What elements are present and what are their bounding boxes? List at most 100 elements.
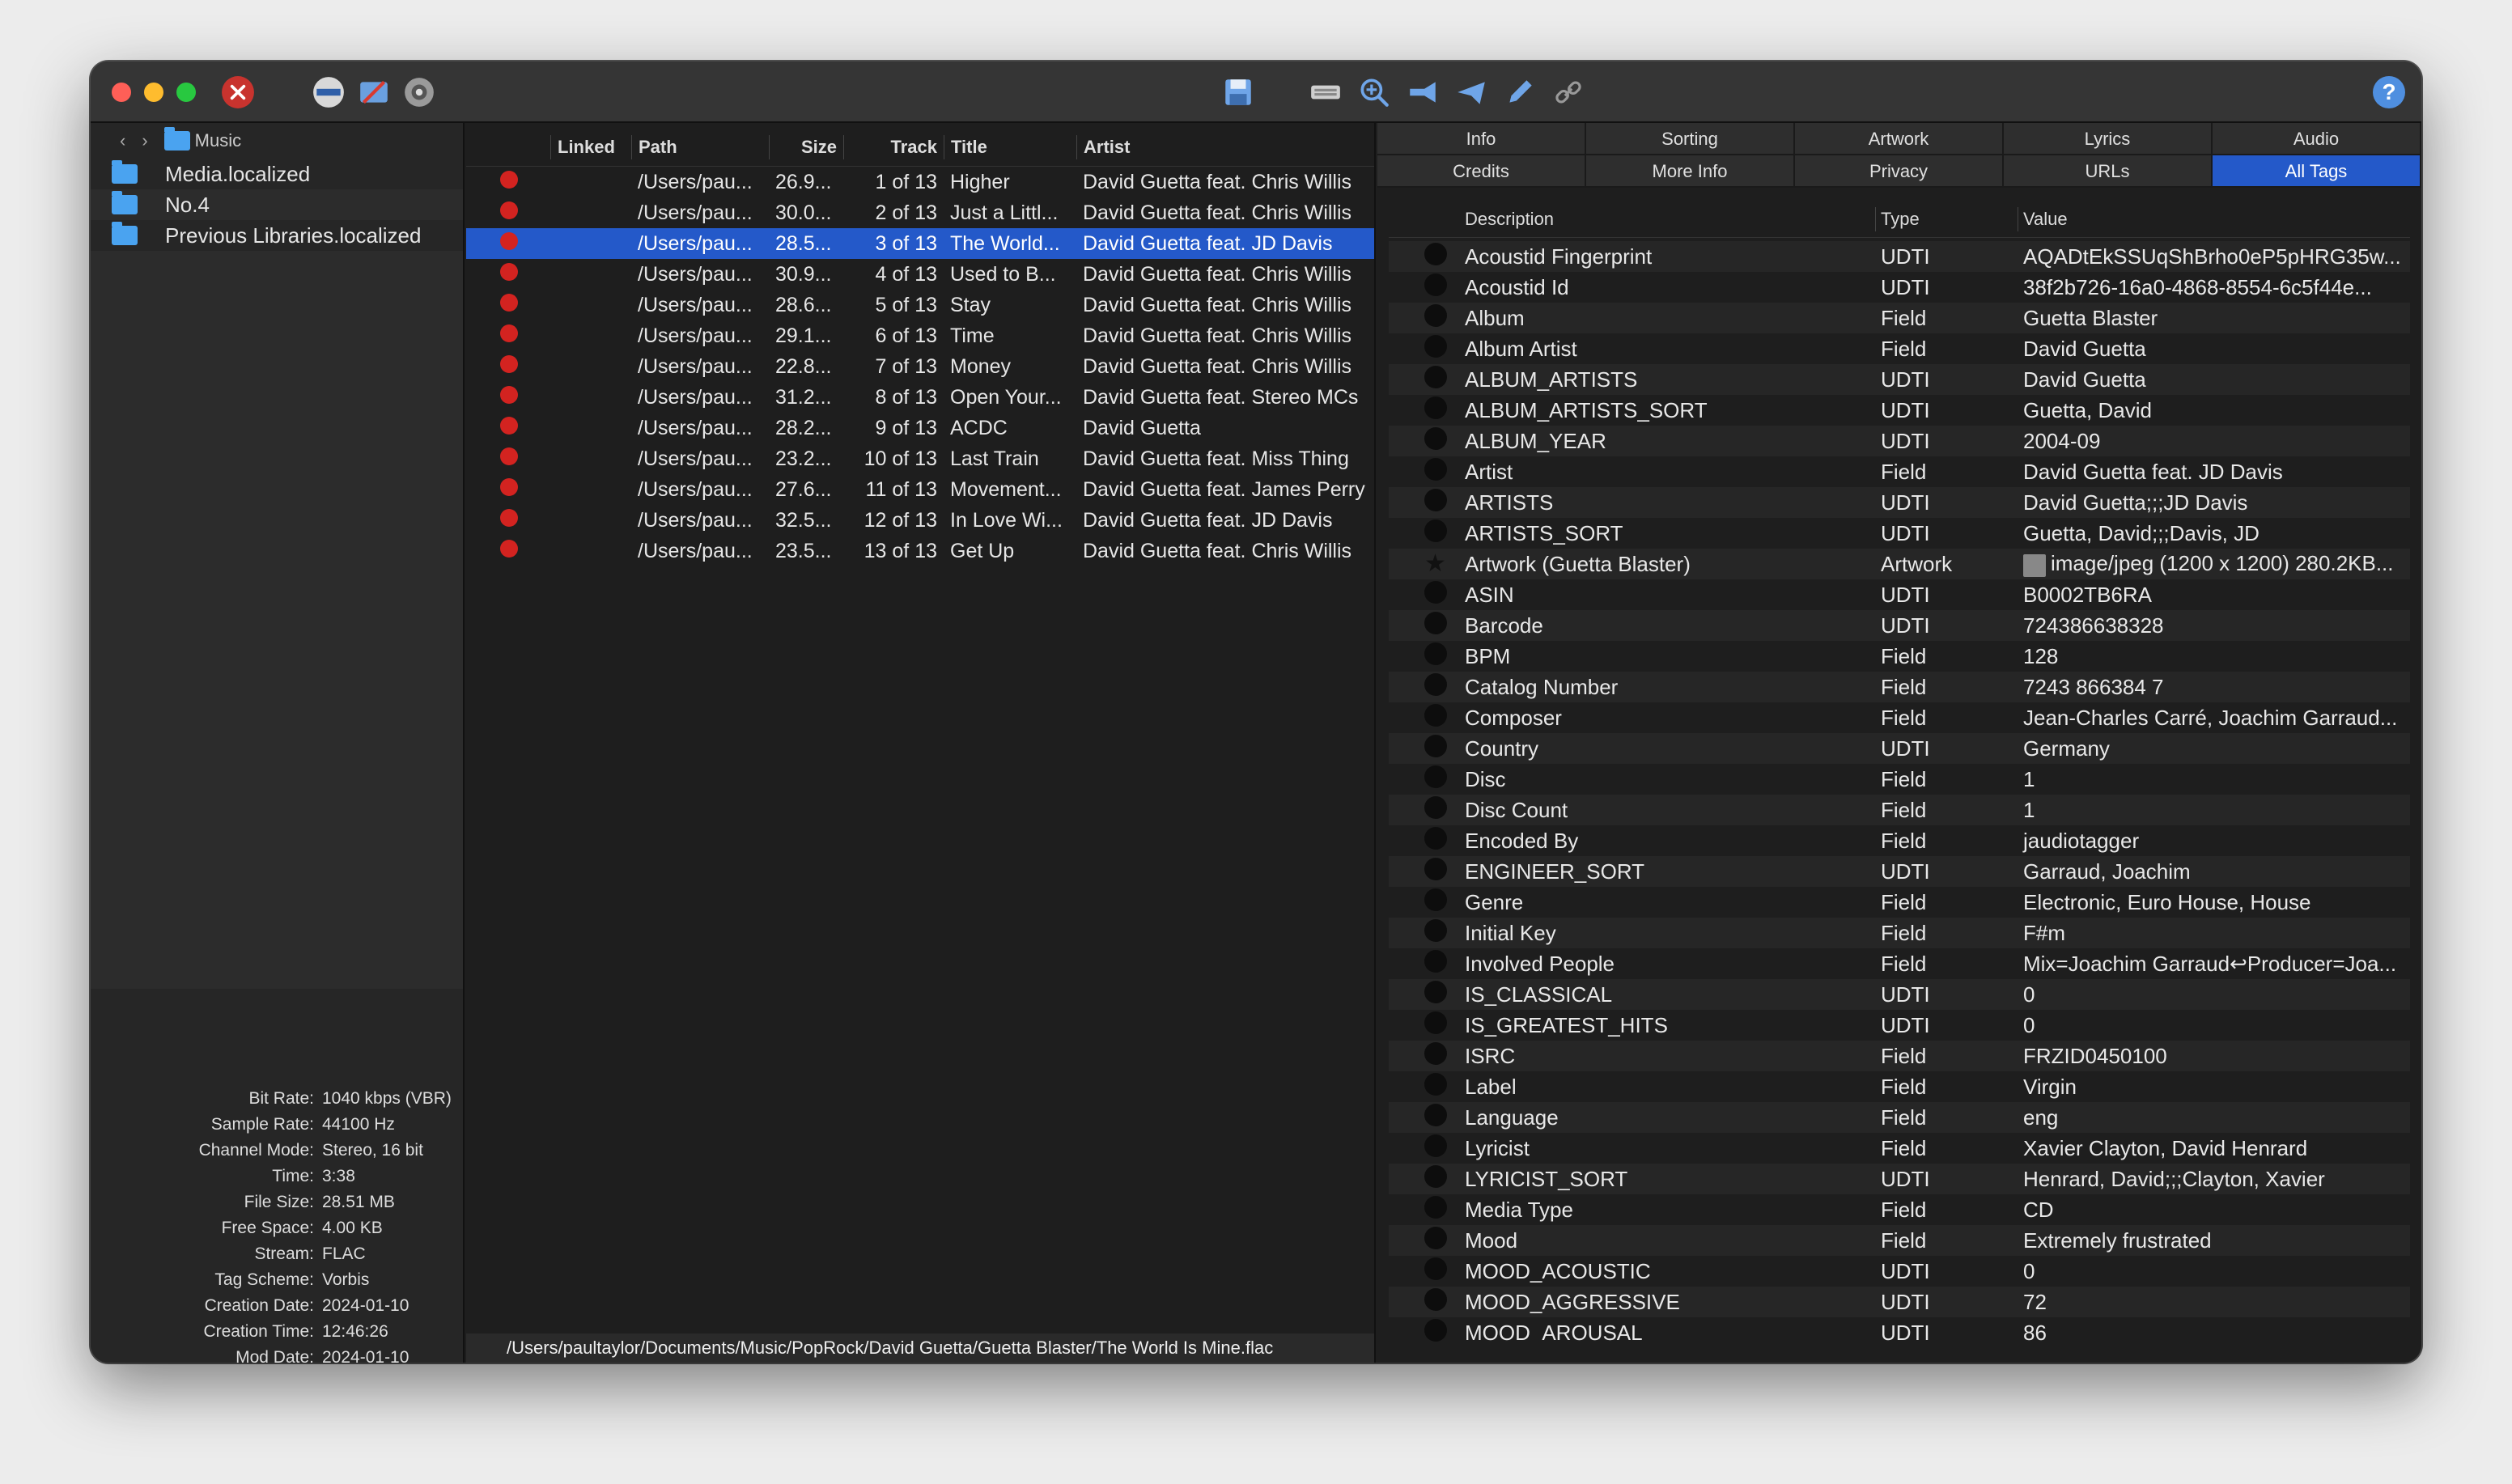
track-row[interactable]: /Users/pau... 28.5... 3 of 13 The World... D… [466,228,1374,259]
back-icon[interactable]: ‹ [120,130,125,151]
tag-description: ALBUM_ARTISTS [1465,367,1638,392]
breadcrumb[interactable]: Music [163,127,241,151]
edit-button[interactable] [1502,74,1538,110]
artist-cell: David Guetta feat. Chris Willis [1083,170,1352,193]
tag-row[interactable]: LYRICIST_SORT UDTI Henrard, David;;;Clayto… [1389,1164,2410,1194]
track-row[interactable]: /Users/pau... 27.6... 11 of 13 Movement... D… [466,474,1374,505]
tag-row[interactable]: IS_CLASSICAL UDTI 0 [1389,979,2410,1010]
tag-row[interactable]: Genre Field Electronic, Euro House, House [1389,887,2410,918]
tag-row[interactable]: MOOD_AGGRESSIVE UDTI 72 [1389,1287,2410,1317]
track-row[interactable]: /Users/pau... 31.2... 8 of 13 Open Your... D… [466,382,1374,413]
col-description[interactable]: Description [1453,206,1876,231]
folder-item[interactable]: No.4 [91,189,463,220]
tag-row[interactable]: Involved People Field Mix=Joachim Garraud↩… [1389,948,2410,979]
track-row[interactable]: /Users/pau... 28.6... 5 of 13 Stay David Gue… [466,290,1374,320]
minimize-window-button[interactable] [144,83,163,102]
keyboard-button[interactable] [1308,74,1343,110]
forward-icon[interactable]: › [142,130,147,151]
track-row[interactable]: /Users/pau... 22.8... 7 of 13 Money David Gu… [466,351,1374,382]
path-cell: /Users/pau... [638,447,753,470]
folder-item[interactable]: Media.localized [91,159,463,189]
folder-item[interactable]: Previous Libraries.localized [91,220,463,251]
track-row[interactable]: /Users/pau... 23.2... 10 of 13 Last Train Da… [466,443,1374,474]
tag-row[interactable]: Encoded By Field jaudiotagger [1389,825,2410,856]
col-title[interactable]: Title [944,135,1076,159]
send-button[interactable] [1453,74,1489,110]
tag-row[interactable]: IS_GREATEST_HITS UDTI 0 [1389,1010,2410,1041]
tab-privacy[interactable]: Privacy [1795,155,2004,188]
tag-row[interactable]: MOOD_AROUSAL UDTI 86 [1389,1317,2410,1342]
tab-all-tags[interactable]: All Tags [2213,155,2421,188]
track-row[interactable]: /Users/pau... 29.1... 6 of 13 Time David Gue… [466,320,1374,351]
col-path[interactable]: Path [631,135,769,159]
track-row[interactable]: /Users/pau... 32.5... 12 of 13 In Love Wi..… [466,505,1374,536]
tag-row[interactable]: Acoustid Fingerprint UDTI AQADtEkSSUqShBrh… [1389,241,2410,272]
tag-row[interactable]: Disc Count Field 1 [1389,795,2410,825]
tag-row[interactable]: Mood Field Extremely frustrated [1389,1225,2410,1256]
track-row[interactable]: /Users/pau... 30.0... 2 of 13 Just a Littl.… [466,197,1374,228]
tag-row[interactable]: ALBUM_ARTISTS_SORT UDTI Guetta, David [1389,395,2410,426]
tag-row[interactable]: Media Type Field CD [1389,1194,2410,1225]
track-row[interactable]: /Users/pau... 28.2... 9 of 13 ACDC David Gue… [466,413,1374,443]
tag-row[interactable]: Album Field Guetta Blaster [1389,303,2410,333]
tab-info[interactable]: Info [1377,123,1586,155]
col-artist[interactable]: Artist [1076,135,1368,159]
track-row[interactable]: /Users/pau... 23.5... 13 of 13 Get Up David … [466,536,1374,566]
help-button[interactable]: ? [2373,76,2405,108]
col-status[interactable] [466,135,550,159]
tag-row[interactable]: ALBUM_YEAR UDTI 2004-09 [1389,426,2410,456]
tag-row[interactable]: ASIN UDTI B0002TB6RA [1389,579,2410,610]
remove-tags-button[interactable] [220,74,256,110]
tab-more-info[interactable]: More Info [1586,155,1795,188]
tab-credits[interactable]: Credits [1377,155,1586,188]
info-value: 3:38 [322,1167,355,1185]
info-value: 2024-01-10 [322,1348,409,1363]
tab-artwork[interactable]: Artwork [1795,123,2004,155]
tab-urls[interactable]: URLs [2004,155,2213,188]
tag-type: Field [1881,766,1927,791]
track-row[interactable]: /Users/pau... 26.9... 1 of 13 Higher David G… [466,167,1374,197]
tag-row[interactable]: Language Field eng [1389,1102,2410,1133]
tag-row[interactable]: Composer Field Jean-Charles Carré, Joachim… [1389,702,2410,733]
tab-sorting[interactable]: Sorting [1586,123,1795,155]
clear-button[interactable] [311,74,346,110]
tag-value-text: FRZID0450100 [2023,1043,2167,1068]
save-button[interactable] [1220,74,1256,110]
tag-row[interactable]: Barcode UDTI 724386638328 [1389,610,2410,641]
tag-row[interactable]: Acoustid Id UDTI 38f2b726-16a0-4868-8554-6… [1389,272,2410,303]
tag-type: Artwork [1881,551,1953,576]
tab-lyrics[interactable]: Lyrics [2004,123,2213,155]
col-value[interactable]: Value [2018,207,2410,231]
tag-row[interactable]: Catalog Number Field 7243 866384 7 [1389,672,2410,702]
close-window-button[interactable] [112,83,131,102]
tag-row[interactable]: MOOD_ACOUSTIC UDTI 0 [1389,1256,2410,1287]
tag-row[interactable]: Album Artist Field David Guetta [1389,333,2410,364]
tag-row[interactable]: BPM Field 128 [1389,641,2410,672]
tag-row[interactable]: Initial Key Field F#m [1389,918,2410,948]
col-type[interactable]: Type [1876,206,2018,231]
tag-row[interactable]: ALBUM_ARTISTS UDTI David Guetta [1389,364,2410,395]
tag-row[interactable]: Artist Field David Guetta feat. JD Davis [1389,456,2410,487]
col-track[interactable]: Track [843,135,944,159]
col-linked[interactable]: Linked [550,135,631,159]
track-row[interactable]: /Users/pau... 30.9... 4 of 13 Used to B... D… [466,259,1374,290]
tag-row[interactable]: Label Field Virgin [1389,1071,2410,1102]
link-button[interactable] [1551,74,1586,110]
tag-row[interactable]: Lyricist Field Xavier Clayton, David Henra… [1389,1133,2410,1164]
tag-row[interactable]: Disc Field 1 [1389,764,2410,795]
tag-row[interactable]: ENGINEER_SORT UDTI Garraud, Joachim [1389,856,2410,887]
tag-row[interactable]: Country UDTI Germany [1389,733,2410,764]
tag-row[interactable]: ARTISTS_SORT UDTI Guetta, David;;;Davis, J… [1389,518,2410,549]
zoom-window-button[interactable] [176,83,196,102]
undo-button[interactable] [356,74,392,110]
tag-row[interactable]: ISRC Field FRZID0450100 [1389,1041,2410,1071]
announce-button[interactable] [1405,74,1441,110]
col-size[interactable]: Size [769,135,843,159]
tab-audio[interactable]: Audio [2213,123,2421,155]
empty-row [91,343,463,374]
tag-dot-icon [1424,303,1447,327]
disc-button[interactable] [401,74,437,110]
search-button[interactable] [1356,74,1392,110]
tag-row[interactable]: ARTISTS UDTI David Guetta;;;JD Davis [1389,487,2410,518]
tag-row[interactable]: ★ Artwork (Guetta Blaster) Artwork image/jp… [1389,549,2410,579]
